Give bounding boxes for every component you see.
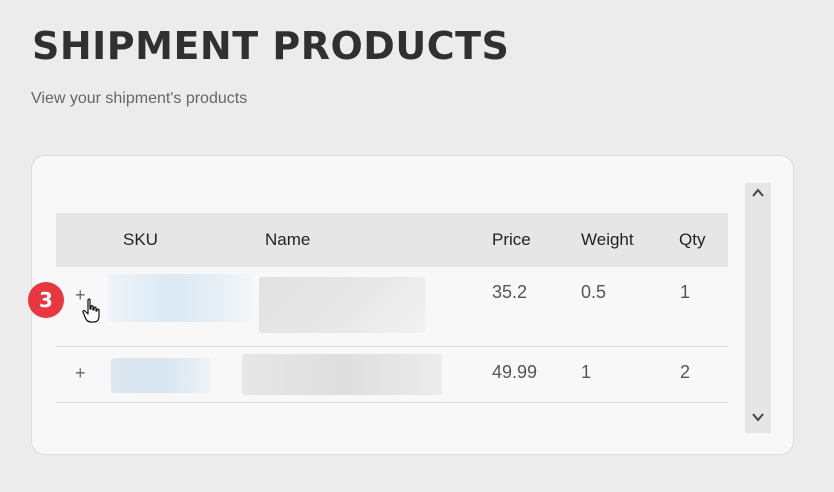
hand-pointer-icon bbox=[82, 298, 100, 323]
table-row[interactable]: + 35.2 0.5 1 bbox=[56, 267, 728, 347]
column-name[interactable]: Name bbox=[265, 230, 310, 250]
price-cell: 35.2 bbox=[492, 282, 528, 302]
step-badge: 3 bbox=[28, 282, 64, 318]
products-card: SKU Name Price Weight Qty + 35.2 0.5 1 +… bbox=[31, 155, 794, 455]
chevron-down-icon[interactable] bbox=[745, 409, 771, 431]
table-row[interactable]: + 49.99 1 2 bbox=[56, 347, 728, 403]
chevron-up-icon[interactable] bbox=[745, 185, 771, 207]
name-redacted bbox=[242, 354, 442, 395]
column-price[interactable]: Price bbox=[492, 230, 531, 250]
name-redacted bbox=[259, 277, 425, 333]
weight-cell: 0.5 bbox=[581, 282, 607, 302]
products-table: SKU Name Price Weight Qty + 35.2 0.5 1 +… bbox=[56, 213, 728, 403]
sku-redacted bbox=[111, 358, 211, 393]
column-qty[interactable]: Qty bbox=[679, 230, 705, 250]
price-cell: 49.99 bbox=[492, 362, 538, 382]
weight-cell: 1 bbox=[581, 362, 592, 382]
expand-row-button[interactable]: + bbox=[75, 363, 86, 384]
table-header: SKU Name Price Weight Qty bbox=[56, 213, 728, 267]
vertical-scrollbar[interactable] bbox=[745, 183, 771, 433]
qty-cell: 2 bbox=[680, 362, 691, 382]
sku-redacted bbox=[108, 274, 252, 322]
page-title: SHIPMENT PRODUCTS bbox=[32, 24, 510, 68]
qty-cell: 1 bbox=[680, 282, 691, 302]
column-sku[interactable]: SKU bbox=[123, 230, 158, 250]
page-subtitle: View your shipment's products bbox=[31, 90, 248, 107]
column-weight[interactable]: Weight bbox=[581, 230, 634, 250]
